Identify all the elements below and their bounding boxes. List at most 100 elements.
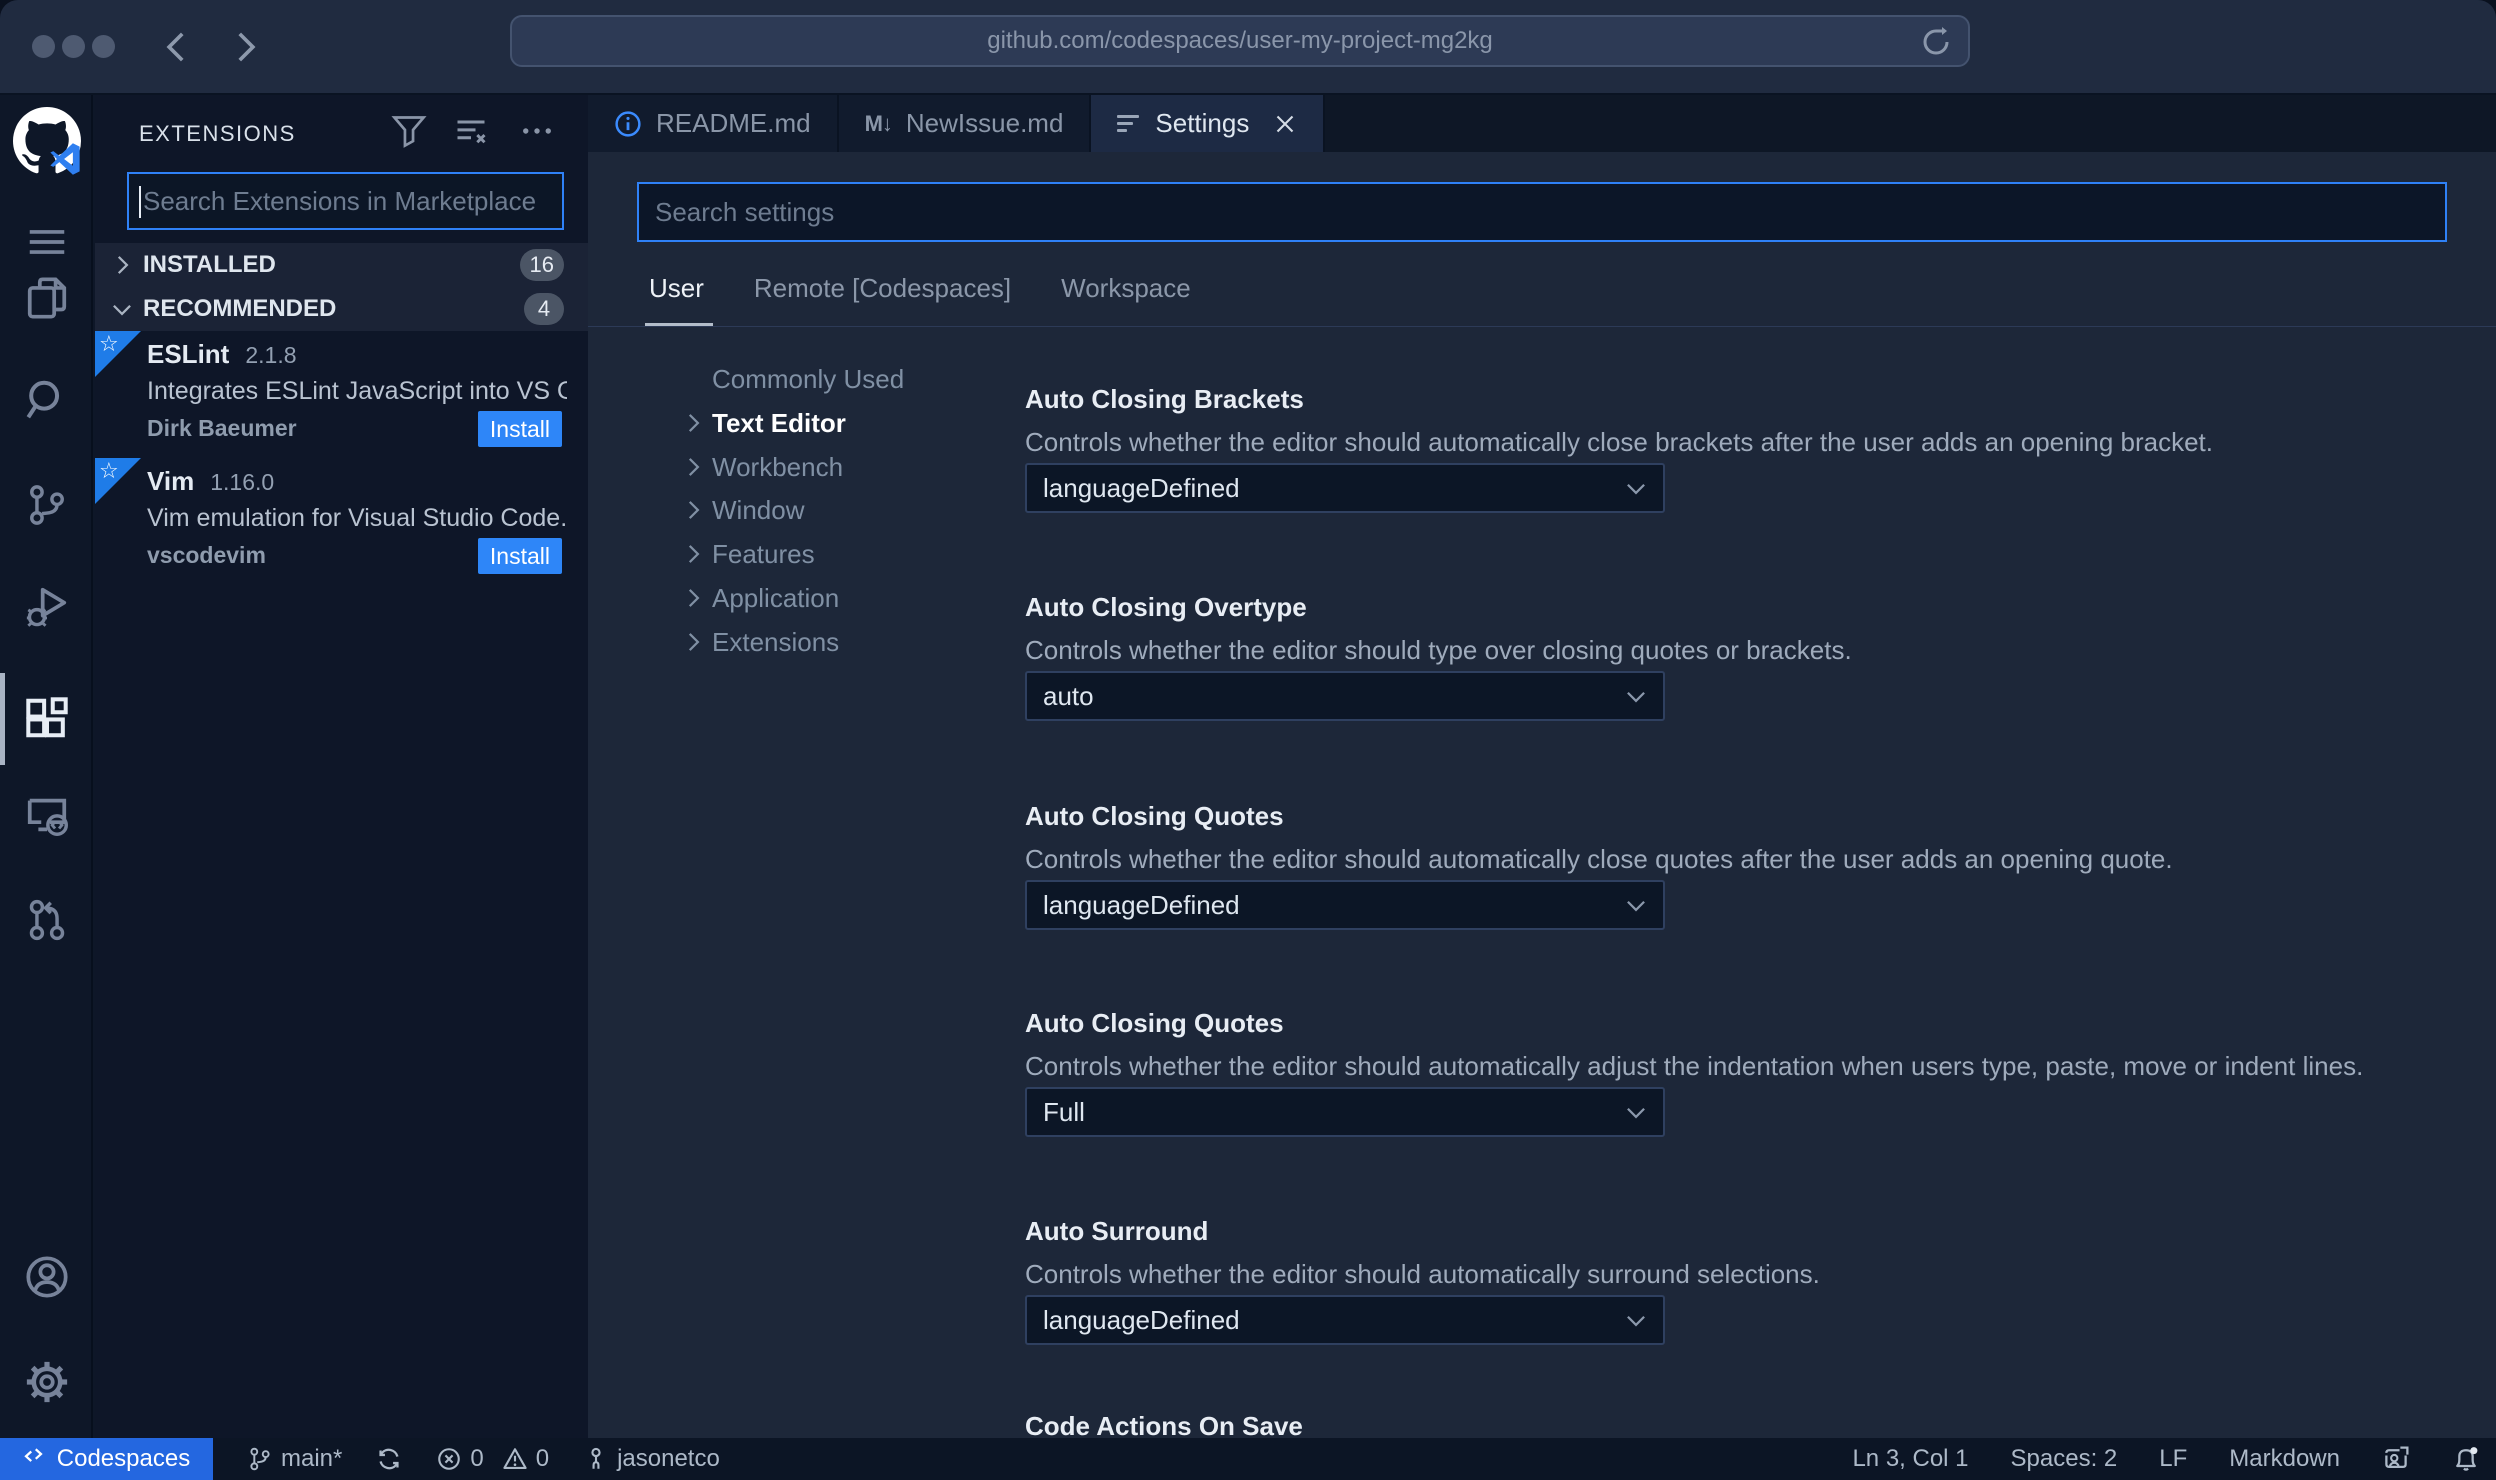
markdown-icon: M↓ [864,110,893,136]
run-debug-icon[interactable] [24,584,70,630]
remote-label: Codespaces [56,1445,191,1472]
extension-eslint[interactable]: ☆ ESLint 2.1.8 Integrates ESLint JavaScr… [95,331,588,458]
traffic-light-minimize[interactable] [62,35,85,58]
chevron-right-icon [680,629,706,655]
chevron-right-icon [680,410,706,436]
toc-workbench[interactable]: Workbench [588,445,988,489]
count-badge: 4 [524,293,564,325]
traffic-light-close[interactable] [32,35,55,58]
cursor-position[interactable]: Ln 3, Col 1 [1852,1445,1968,1473]
setting-title: Auto Surround [1025,1216,1209,1246]
pull-requests-icon[interactable] [24,897,70,943]
toc-features[interactable]: Features [588,532,988,576]
branch-status[interactable]: main* [247,1445,342,1473]
setting-auto-closing-quotes-2: Auto Closing Quotes Controls whether the… [1025,1008,2475,1137]
menu-icon[interactable] [24,219,70,265]
search-icon[interactable] [24,377,70,423]
settings-gear-icon[interactable] [24,1359,70,1405]
extensions-icon[interactable] [24,695,70,741]
setting-dropdown[interactable]: languageDefined [1025,1295,1665,1345]
extension-version: 1.16.0 [210,469,275,495]
extensions-sidebar: EXTENSIONS INSTALLED 16 RECOMMENDED 4 ☆ … [95,95,588,1438]
toc-window[interactable]: Window [588,488,988,532]
url-bar[interactable]: github.com/codespaces/user-my-project-mg… [510,15,1970,67]
setting-auto-surround: Auto Surround Controls whether the edito… [1025,1216,2475,1345]
setting-title: Auto Closing Overtype [1025,592,1307,622]
chevron-down-icon [1623,1307,1649,1333]
extension-version: 2.1.8 [245,342,297,368]
setting-title: Auto Closing Quotes [1025,801,1284,831]
close-icon[interactable] [1273,112,1297,136]
remote-indicator[interactable]: Codespaces [0,1438,213,1480]
traffic-light-zoom[interactable] [92,35,115,58]
problems-status[interactable]: 0 0 [436,1445,549,1473]
text-caret [139,186,141,218]
setting-description: Controls whether the editor should type … [1025,635,1852,665]
branch-icon [247,1446,273,1472]
extension-name: ESLint [147,339,230,369]
source-control-icon[interactable] [24,482,70,528]
install-button[interactable]: Install [477,411,562,447]
setting-auto-closing-quotes: Auto Closing Quotes Controls whether the… [1025,801,2475,930]
tab-settings[interactable]: Settings [1091,95,1326,152]
info-icon [614,110,642,138]
user-status[interactable]: jasonetco [583,1445,720,1473]
scope-divider [588,326,2496,327]
tab-newissue[interactable]: M↓ NewIssue.md [838,95,1092,152]
url-text: github.com/codespaces/user-my-project-mg… [987,27,1493,54]
toc-commonly-used[interactable]: Commonly Used [588,357,988,401]
back-icon[interactable] [156,26,198,68]
github-codespaces-logo[interactable] [13,107,81,175]
feedback-icon[interactable] [2382,1445,2410,1473]
eol-sequence[interactable]: LF [2159,1445,2187,1473]
settings-search-box [637,182,2447,242]
setting-title: Auto Closing Brackets [1025,384,1304,414]
filter-icon[interactable] [391,113,427,149]
settings-search-input[interactable] [639,184,2445,240]
setting-dropdown[interactable]: auto [1025,671,1665,721]
notifications-bell-icon[interactable] [2452,1445,2480,1473]
extension-author: Dirk Baeumer [147,415,297,441]
star-icon: ☆ [99,331,119,356]
extension-name: Vim [147,466,195,496]
forward-icon[interactable] [224,26,266,68]
install-button[interactable]: Install [477,538,562,574]
chevron-down-icon [1623,683,1649,709]
section-installed[interactable]: INSTALLED 16 [95,243,588,287]
settings-scope-tabs: User Remote [Codespaces] Workspace [649,273,1191,322]
section-recommended[interactable]: RECOMMENDED 4 [95,287,588,331]
setting-description: Controls whether the editor should autom… [1025,844,2173,874]
extensions-search-input[interactable] [129,174,562,228]
remote-explorer-icon[interactable] [24,792,70,838]
toc-text-editor[interactable]: Text Editor [588,401,988,445]
toc-application[interactable]: Application [588,576,988,620]
scope-tab-workspace[interactable]: Workspace [1061,273,1191,322]
scope-tab-remote[interactable]: Remote [Codespaces] [754,273,1011,322]
tab-readme[interactable]: README.md [588,95,839,152]
sync-status[interactable] [376,1446,402,1472]
indentation[interactable]: Spaces: 2 [2011,1445,2118,1473]
chevron-down-icon [1623,1099,1649,1125]
toc-extensions[interactable]: Extensions [588,620,988,664]
errors-icon [436,1446,462,1472]
extensions-search-box [127,172,564,230]
setting-dropdown[interactable]: languageDefined [1025,463,1665,513]
scope-tab-user[interactable]: User [649,273,704,322]
explorer-icon[interactable] [24,275,70,321]
more-actions-icon[interactable] [519,113,555,149]
setting-dropdown[interactable]: languageDefined [1025,880,1665,930]
clear-extensions-icon[interactable] [453,113,489,149]
language-mode[interactable]: Markdown [2229,1445,2340,1473]
section-label: RECOMMENDED [143,295,337,322]
tab-bar: README.md M↓ NewIssue.md Settings [588,95,2496,152]
extension-description: Vim emulation for Visual Studio Code... [147,504,567,532]
chevron-right-icon [680,454,706,480]
setting-dropdown[interactable]: Full [1025,1087,1665,1137]
account-icon[interactable] [24,1254,70,1300]
chevron-right-icon [109,252,135,278]
reload-icon[interactable] [1920,26,1952,58]
chevron-right-icon [680,541,706,567]
setting-description: Controls whether the editor should autom… [1025,1259,1820,1289]
extension-vim[interactable]: ☆ Vim 1.16.0 Vim emulation for Visual St… [95,458,588,585]
setting-description: Controls whether the editor should autom… [1025,427,2214,457]
